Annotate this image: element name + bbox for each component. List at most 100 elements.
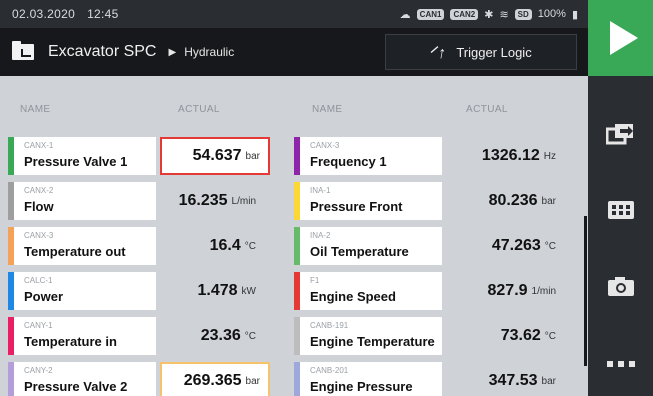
value-number: 16.4 [209, 237, 241, 254]
channel-id: INA-2 [310, 231, 331, 240]
channel-card-left[interactable]: CANX-3 Temperature out [8, 227, 156, 265]
channel-name: Pressure Front [310, 199, 403, 214]
more-button[interactable] [588, 344, 653, 384]
channel-name: Temperature out [24, 244, 126, 259]
value-unit: bar [245, 375, 260, 387]
trigger-icon: ⸍↑ [428, 45, 448, 62]
project-breadcrumb[interactable]: Excavator SPC ▶ Hydraulic [0, 28, 380, 76]
value-unit: bar [541, 375, 556, 387]
value-number: 1326.12 [481, 147, 540, 164]
channel-value-right[interactable]: 347.53 bar [448, 362, 570, 396]
status-time: 12:45 [87, 7, 119, 21]
more-icon [606, 361, 635, 367]
channel-id: F1 [310, 276, 320, 285]
channel-card-right[interactable]: INA-2 Oil Temperature [294, 227, 442, 265]
scrollbar[interactable] [584, 216, 587, 366]
value-number: 347.53 [488, 372, 538, 389]
channel-card-right[interactable]: CANB-191 Engine Temperature [294, 317, 442, 355]
channel-card-left[interactable]: CANY-1 Temperature in [8, 317, 156, 355]
value-unit: L/min [231, 195, 256, 207]
camera-icon [607, 277, 634, 296]
channel-id: CANX-2 [24, 186, 54, 195]
channel-id: CANX-1 [24, 141, 54, 150]
channel-name: Engine Pressure [310, 379, 413, 394]
channel-card-left[interactable]: CANX-2 Flow [8, 182, 156, 220]
channel-id: CANX-3 [310, 141, 340, 150]
channel-value-right[interactable]: 73.62 °C [448, 317, 570, 355]
battery-label: 100% [537, 8, 566, 20]
value-number: 16.235 [178, 192, 228, 209]
value-number: 1.478 [197, 282, 238, 299]
breadcrumb-arrow-icon: ▶ [168, 46, 177, 58]
channel-name: Power [24, 289, 64, 304]
start-measurement-button[interactable] [588, 0, 653, 76]
channel-name: Oil Temperature [310, 244, 409, 259]
channel-value-left[interactable]: 1.478 kW [160, 272, 270, 310]
channel-card-left[interactable]: CANY-2 Pressure Valve 2 [8, 362, 156, 396]
wifi-icon: ≋ [499, 8, 509, 21]
channel-table: NAME ACTUAL NAME ACTUAL CANX-1 Pressure V… [0, 76, 588, 396]
status-bar: 02.03.2020 12:45 ☁ CAN1 CAN2 ✱ ≋ SD 100%… [0, 0, 588, 28]
channel-name: Pressure Valve 2 [24, 379, 128, 394]
trigger-logic-button[interactable]: ⸍↑ Trigger Logic [385, 34, 577, 70]
status-date: 02.03.2020 [12, 7, 76, 21]
value-unit: °C [244, 240, 256, 252]
channel-id: CANB-191 [310, 321, 349, 330]
export-button[interactable] [588, 114, 653, 154]
channel-name: Engine Temperature [310, 334, 435, 349]
bluetooth-icon: ✱ [484, 8, 494, 21]
channel-value-left[interactable]: 16.4 °C [160, 227, 270, 265]
value-number: 827.9 [487, 282, 528, 299]
value-unit: °C [544, 240, 556, 252]
right-sidebar [588, 76, 653, 396]
channel-name: Temperature in [24, 334, 117, 349]
channel-name: Pressure Valve 1 [24, 154, 128, 169]
channel-card-right[interactable]: INA-1 Pressure Front [294, 182, 442, 220]
value-unit: °C [244, 330, 256, 342]
header-actual-right: ACTUAL [466, 104, 508, 115]
value-unit: kW [241, 285, 256, 297]
channel-name: Flow [24, 199, 54, 214]
subproject-name: Hydraulic [184, 45, 235, 59]
value-unit: Hz [543, 150, 556, 162]
channel-card-right[interactable]: CANX-3 Frequency 1 [294, 137, 442, 175]
channel-value-left[interactable]: 16.235 L/min [160, 182, 270, 220]
channel-card-right[interactable]: F1 Engine Speed [294, 272, 442, 310]
can2-badge: CAN2 [450, 8, 479, 20]
channel-value-right[interactable]: 47.263 °C [448, 227, 570, 265]
trigger-logic-label: Trigger Logic [456, 44, 532, 60]
header-name-left: NAME [20, 104, 51, 115]
keypad-button[interactable] [588, 190, 653, 230]
channel-value-right[interactable]: 827.9 1/min [448, 272, 570, 310]
channel-card-right[interactable]: CANB-201 Engine Pressure [294, 362, 442, 396]
value-number: 47.263 [491, 237, 541, 254]
channel-card-left[interactable]: CALC-1 Power [8, 272, 156, 310]
channel-value-left[interactable]: 269.365 bar [160, 362, 270, 396]
value-number: 54.637 [192, 147, 242, 164]
channel-value-right[interactable]: 80.236 bar [448, 182, 570, 220]
can1-badge: CAN1 [416, 8, 445, 20]
channel-id: CANY-1 [24, 321, 53, 330]
channel-id: CALC-1 [24, 276, 53, 285]
channel-card-left[interactable]: CANX-1 Pressure Valve 1 [8, 137, 156, 175]
value-number: 23.36 [200, 327, 241, 344]
channel-name: Engine Speed [310, 289, 396, 304]
channel-value-right[interactable]: 1326.12 Hz [448, 137, 570, 175]
cloud-icon: ☁ [399, 8, 411, 21]
keypad-icon [607, 201, 634, 219]
battery-icon: ▮ [571, 8, 578, 21]
value-unit: 1/min [531, 285, 556, 297]
value-unit: bar [245, 150, 260, 162]
channel-id: CANY-2 [24, 366, 53, 375]
channel-value-left[interactable]: 54.637 bar [160, 137, 270, 175]
folder-icon [12, 41, 34, 60]
project-name: Excavator SPC [48, 43, 157, 60]
export-icon [605, 124, 633, 145]
play-icon [609, 21, 638, 55]
title-bar: Excavator SPC ▶ Hydraulic ⸍↑ Trigger Log… [0, 28, 588, 76]
channel-value-left[interactable]: 23.36 °C [160, 317, 270, 355]
camera-button[interactable] [588, 266, 653, 306]
table-header: NAME ACTUAL NAME ACTUAL [0, 104, 588, 122]
value-number: 80.236 [488, 192, 538, 209]
header-actual-left: ACTUAL [178, 104, 220, 115]
